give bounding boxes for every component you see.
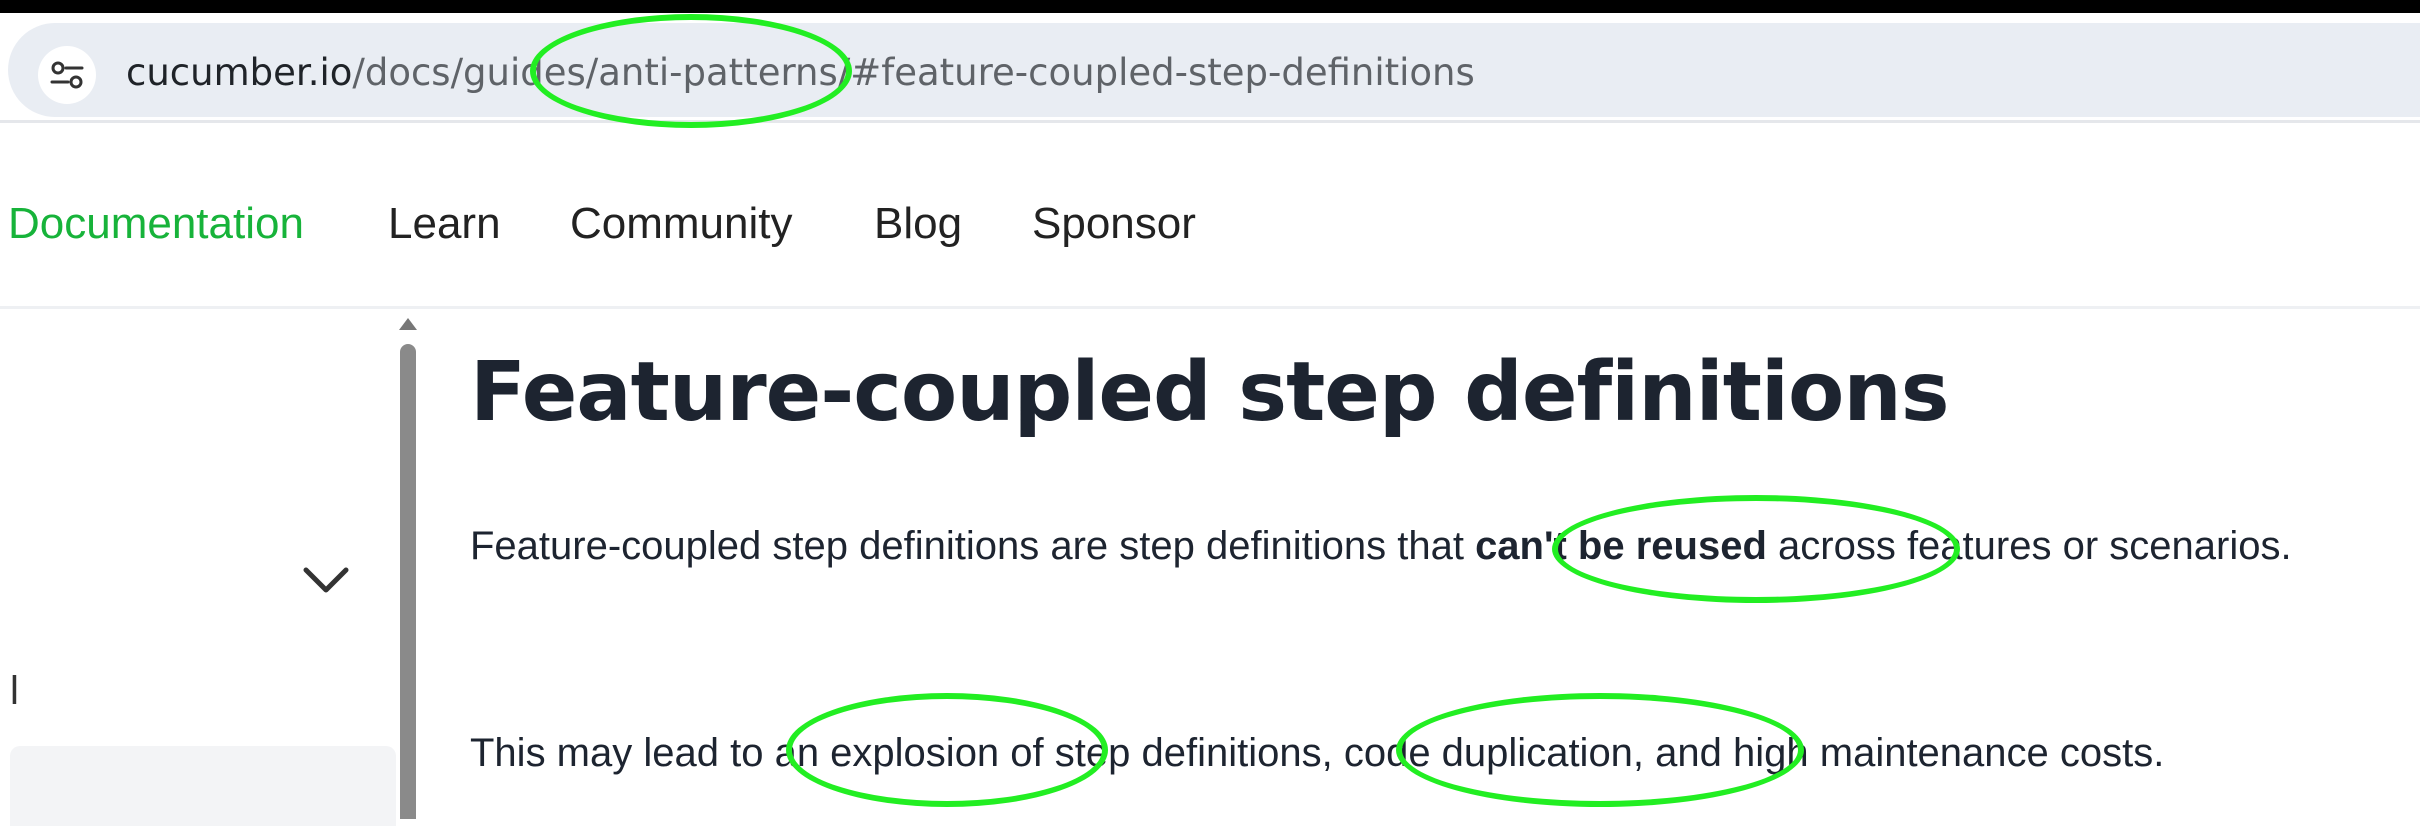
sidebar-scrollbar[interactable] (400, 344, 416, 819)
tune-icon (50, 61, 84, 89)
annotation-ellipse (1396, 693, 1804, 807)
nav-item-sponsor[interactable]: Sponsor (1032, 197, 1196, 251)
sidebar-expand-button[interactable] (300, 564, 352, 600)
browser-address-bar: cucumber.io/docs/guides/anti-patterns/#f… (0, 13, 2420, 123)
nav-item-documentation[interactable]: Documentation (8, 197, 304, 251)
paragraph-definition: Feature-coupled step definitions are ste… (470, 509, 2390, 583)
page-title: Feature-coupled step definitions (470, 345, 1950, 440)
chevron-down-icon (303, 567, 349, 593)
url-host: cucumber.io (126, 51, 353, 94)
window-top-edge (0, 0, 2420, 13)
sidebar-item-label[interactable]: l (10, 669, 19, 714)
url-path: /docs/guides/anti-patterns/#feature-coup… (352, 51, 1475, 94)
nav-item-community[interactable]: Community (570, 197, 793, 251)
text-run: Feature-coupled step definitions are ste… (470, 524, 1476, 568)
main-nav: Documentation Learn Community Blog Spons… (0, 123, 2420, 309)
annotation-ellipse (1552, 495, 1960, 603)
nav-item-learn[interactable]: Learn (388, 197, 501, 251)
scroll-up-arrow[interactable] (399, 318, 417, 330)
site-settings-button[interactable] (38, 46, 96, 104)
docs-sidebar: l (0, 309, 400, 826)
url-field[interactable]: cucumber.io/docs/guides/anti-patterns/#f… (8, 23, 2420, 117)
annotation-ellipse (530, 14, 852, 128)
sidebar-item-active[interactable] (10, 746, 396, 826)
annotation-ellipse (786, 693, 1108, 807)
nav-item-blog[interactable]: Blog (874, 197, 962, 251)
